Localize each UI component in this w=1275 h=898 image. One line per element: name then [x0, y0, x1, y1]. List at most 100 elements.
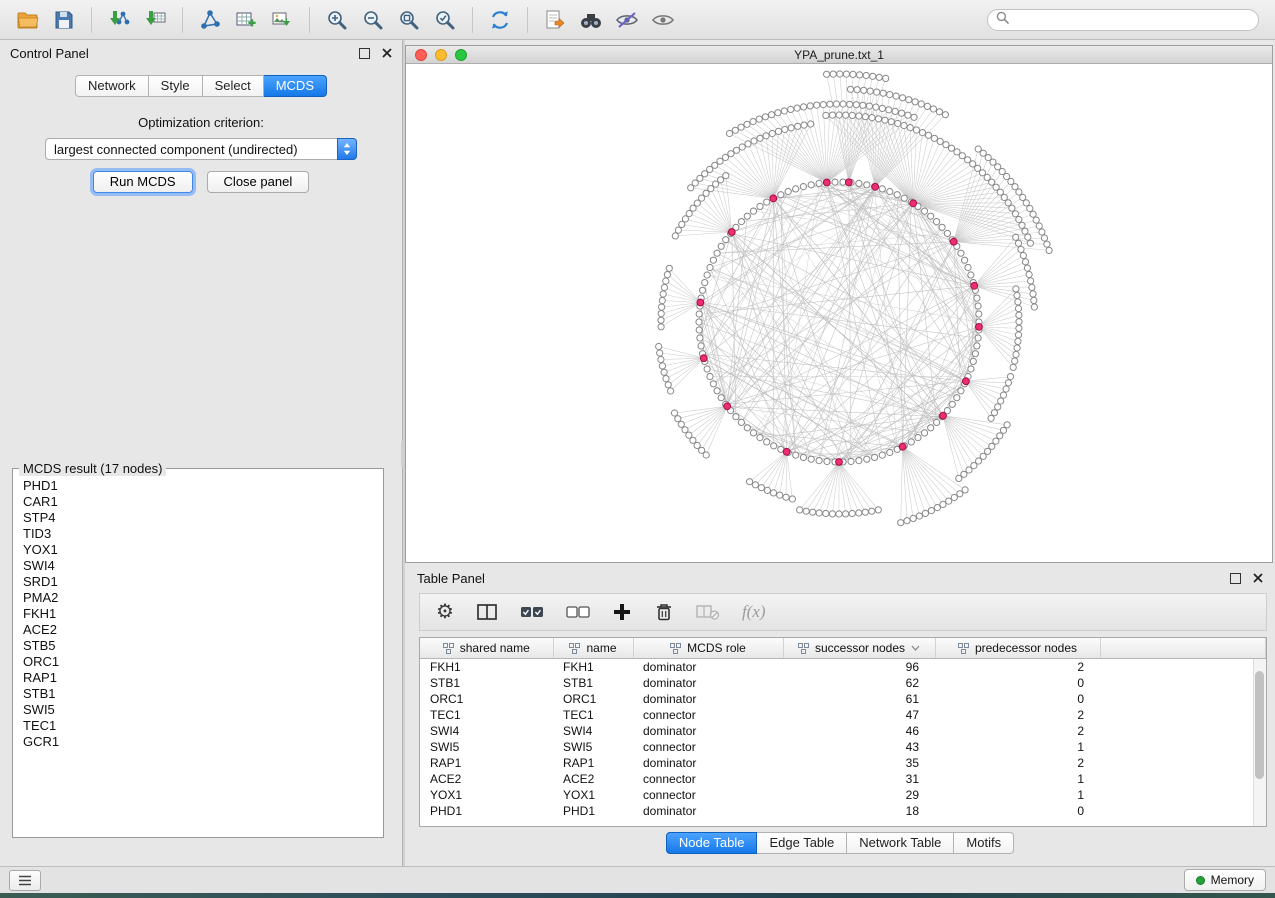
mcds-result-item[interactable]: PMA2 — [13, 590, 383, 606]
column-header-name[interactable]: name — [553, 638, 633, 659]
toolbar-separator — [472, 7, 473, 33]
show-panels-icon[interactable] — [9, 870, 41, 891]
search-input[interactable] — [1015, 12, 1250, 28]
import-network-icon[interactable] — [104, 6, 134, 34]
mcds-result-item[interactable]: SWI4 — [13, 558, 383, 574]
status-bar: Memory — [0, 866, 1275, 893]
mcds-result-item[interactable]: CAR1 — [13, 494, 383, 510]
zoom-out-icon[interactable] — [358, 6, 388, 34]
import-table-icon[interactable] — [140, 6, 170, 34]
delete-row-icon[interactable] — [654, 600, 674, 624]
control-panel-header: Control Panel — [0, 40, 402, 66]
mcds-result-item[interactable]: STB1 — [13, 686, 383, 702]
show-columns-icon[interactable] — [476, 600, 498, 624]
dropdown-stepper-icon[interactable] — [337, 138, 357, 160]
tab-node-table[interactable]: Node Table — [666, 832, 758, 854]
mcds-result-item[interactable]: PHD1 — [13, 478, 383, 494]
zoom-fit-icon[interactable] — [394, 6, 424, 34]
table-row[interactable]: ACE2ACE2connector311 — [420, 771, 1266, 787]
show-all-icon[interactable] — [648, 6, 678, 34]
unselect-all-columns-icon[interactable] — [566, 600, 590, 624]
column-header-MCDS-role[interactable]: MCDS role — [633, 638, 783, 659]
column-header-filler — [1100, 638, 1266, 659]
table-row[interactable]: SWI5SWI5connector431 — [420, 739, 1266, 755]
tab-mcds[interactable]: MCDS — [264, 75, 327, 97]
optimization-select[interactable]: largest connected component (undirected) — [45, 138, 357, 160]
column-header-shared-name[interactable]: shared name — [420, 638, 553, 659]
desktop-wallpaper-strip — [0, 893, 1275, 898]
add-row-icon[interactable] — [612, 600, 632, 624]
table-row[interactable]: ORC1ORC1dominator610 — [420, 691, 1266, 707]
export-network-icon[interactable] — [540, 6, 570, 34]
open-session-icon[interactable] — [13, 6, 43, 34]
close-table-panel-icon[interactable] — [1253, 571, 1263, 586]
toolbar-separator — [182, 7, 183, 33]
memory-button[interactable]: Memory — [1184, 869, 1266, 891]
apply-layout-icon[interactable] — [485, 6, 515, 34]
tab-edge-table[interactable]: Edge Table — [757, 832, 847, 854]
network-window-titlebar[interactable]: YPA_prune.txt_1 — [406, 46, 1272, 64]
minimize-window-icon[interactable] — [435, 49, 447, 61]
table-scrollbar[interactable] — [1253, 659, 1266, 826]
zoom-selected-icon[interactable] — [430, 6, 460, 34]
mcds-result-item[interactable]: YOX1 — [13, 542, 383, 558]
export-image-icon[interactable] — [267, 6, 297, 34]
mcds-result-item[interactable]: FKH1 — [13, 606, 383, 622]
column-header-predecessor-nodes[interactable]: predecessor nodes — [935, 638, 1100, 659]
new-table-icon[interactable] — [231, 6, 261, 34]
tab-style[interactable]: Style — [149, 75, 203, 97]
toolbar-separator — [91, 7, 92, 33]
node-table: shared namenameMCDS rolesuccessor nodesp… — [419, 637, 1267, 827]
node-table-body: FKH1FKH1dominator962STB1STB1dominator620… — [420, 659, 1266, 820]
zoom-in-icon[interactable] — [322, 6, 352, 34]
mcds-result-item[interactable]: STP4 — [13, 510, 383, 526]
tab-network[interactable]: Network — [75, 75, 149, 97]
table-row[interactable]: YOX1YOX1connector291 — [420, 787, 1266, 803]
mcds-result-item[interactable]: ACE2 — [13, 622, 383, 638]
node-table-header-row: shared namenameMCDS rolesuccessor nodesp… — [420, 638, 1266, 659]
mcds-result-box: MCDS result (17 nodes) PHD1CAR1STP4TID3Y… — [12, 461, 384, 838]
run-mcds-button[interactable]: Run MCDS — [93, 171, 193, 193]
table-row[interactable]: PHD1PHD1dominator180 — [420, 803, 1266, 819]
table-scrollbar-thumb[interactable] — [1255, 671, 1264, 779]
float-table-panel-icon[interactable] — [1230, 573, 1241, 584]
main-toolbar — [0, 0, 1275, 40]
close-window-icon[interactable] — [415, 49, 427, 61]
tab-select[interactable]: Select — [203, 75, 264, 97]
mcds-result-item[interactable]: SWI5 — [13, 702, 383, 718]
maximize-window-icon[interactable] — [455, 49, 467, 61]
new-network-icon[interactable] — [195, 6, 225, 34]
mcds-result-item[interactable]: TEC1 — [13, 718, 383, 734]
hide-selected-icon[interactable] — [612, 6, 642, 34]
toolbar-separator — [309, 7, 310, 33]
tab-motifs[interactable]: Motifs — [954, 832, 1014, 854]
table-row[interactable]: STB1STB1dominator620 — [420, 675, 1266, 691]
table-panel-title: Table Panel — [417, 571, 485, 586]
close-panel-button[interactable]: Close panel — [207, 171, 310, 193]
mcds-result-item[interactable]: TID3 — [13, 526, 383, 542]
gear-icon[interactable]: ⚙ — [436, 600, 454, 624]
mcds-button-row: Run MCDS Close panel — [0, 171, 402, 193]
mcds-result-item[interactable]: RAP1 — [13, 670, 383, 686]
mcds-result-item[interactable]: STB5 — [13, 638, 383, 654]
network-search-box[interactable] — [987, 9, 1259, 31]
column-header-successor-nodes[interactable]: successor nodes — [783, 638, 935, 659]
table-row[interactable]: SWI4SWI4dominator462 — [420, 723, 1266, 739]
search-network-icon[interactable] — [576, 6, 606, 34]
window-traffic-lights — [415, 49, 467, 61]
table-row[interactable]: TEC1TEC1connector472 — [420, 707, 1266, 723]
float-panel-icon[interactable] — [359, 48, 370, 59]
function-builder-icon: f(x) — [742, 602, 766, 622]
network-window: YPA_prune.txt_1 — [405, 45, 1273, 563]
mcds-result-item[interactable]: SRD1 — [13, 574, 383, 590]
table-row[interactable]: RAP1RAP1dominator352 — [420, 755, 1266, 771]
mcds-result-item[interactable]: ORC1 — [13, 654, 383, 670]
network-canvas[interactable] — [406, 64, 1272, 563]
mcds-result-item[interactable]: GCR1 — [13, 734, 383, 750]
close-panel-icon[interactable] — [382, 46, 392, 61]
table-row[interactable]: FKH1FKH1dominator962 — [420, 659, 1266, 676]
select-all-columns-icon[interactable] — [520, 600, 544, 624]
table-panel-header: Table Panel — [405, 565, 1275, 591]
tab-network-table[interactable]: Network Table — [847, 832, 954, 854]
save-session-icon[interactable] — [49, 6, 79, 34]
